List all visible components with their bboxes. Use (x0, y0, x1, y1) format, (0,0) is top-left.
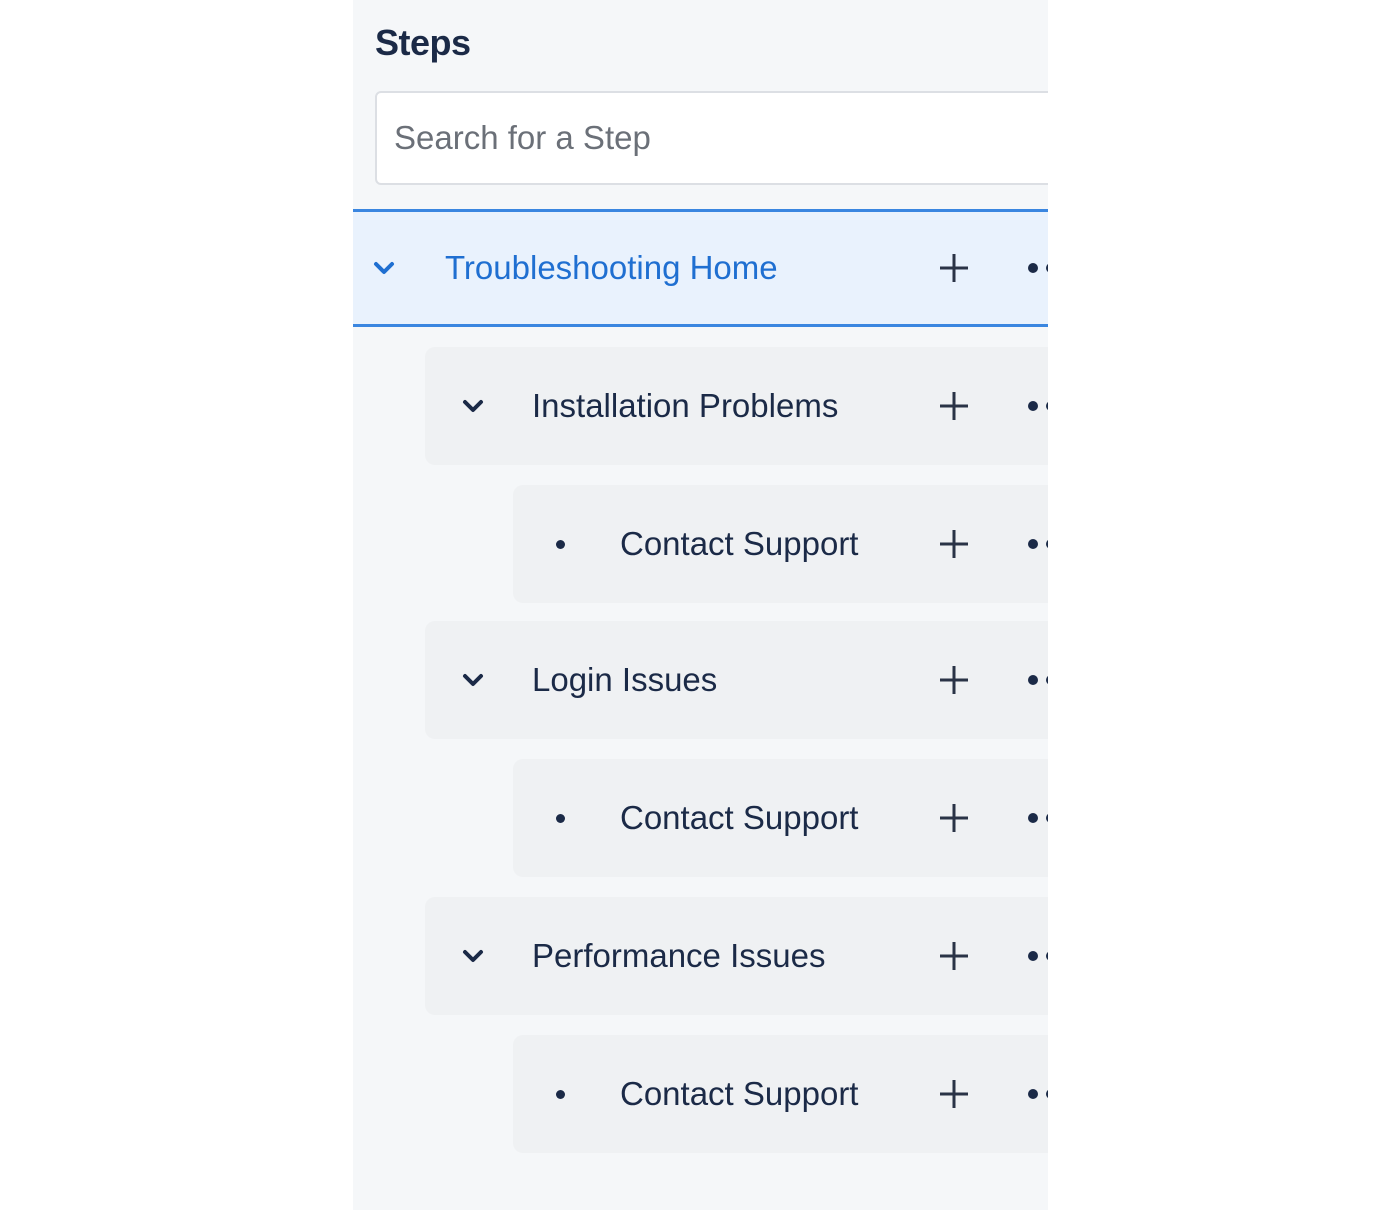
more-options-icon[interactable] (1028, 808, 1048, 828)
bullet-icon (556, 539, 565, 549)
chevron-down-icon[interactable] (455, 938, 491, 974)
chevron-down-icon[interactable] (455, 388, 491, 424)
search-field-wrapper (375, 91, 1048, 185)
plus-icon[interactable] (934, 1074, 974, 1114)
tree-item-label: Installation Problems (532, 387, 839, 424)
chevron-down-icon[interactable] (366, 250, 402, 286)
chevron-down-icon[interactable] (455, 662, 491, 698)
tree-item-label: Contact Support (620, 799, 859, 836)
plus-icon[interactable] (934, 660, 974, 700)
plus-icon[interactable] (934, 798, 974, 838)
tree-item-label: Performance Issues (532, 937, 826, 974)
tree-item-root[interactable]: Troubleshooting Home (353, 209, 1048, 327)
tree-item-group[interactable]: Login Issues (425, 621, 1048, 739)
bullet-icon (556, 1089, 565, 1099)
step-search-input[interactable] (377, 93, 1048, 183)
plus-icon[interactable] (934, 524, 974, 564)
more-options-icon[interactable] (1028, 946, 1048, 966)
more-options-icon[interactable] (1028, 670, 1048, 690)
tree-item-label: Login Issues (532, 661, 718, 698)
tree-item-label: Troubleshooting Home (445, 249, 778, 286)
tree-item-group[interactable]: Performance Issues (425, 897, 1048, 1015)
tree-item-leaf[interactable]: Contact Support (513, 485, 1048, 603)
plus-icon[interactable] (934, 936, 974, 976)
more-options-icon[interactable] (1028, 258, 1048, 278)
tree-item-group[interactable]: Installation Problems (425, 347, 1048, 465)
plus-icon[interactable] (934, 386, 974, 426)
more-options-icon[interactable] (1028, 534, 1048, 554)
tree-item-leaf[interactable]: Contact Support (513, 759, 1048, 877)
tree-item-leaf[interactable]: Contact Support (513, 1035, 1048, 1153)
more-options-icon[interactable] (1028, 396, 1048, 416)
plus-icon[interactable] (934, 248, 974, 288)
panel-title: Steps (375, 22, 471, 63)
steps-panel: Steps Troubleshooting Home Installation … (353, 0, 1048, 1210)
tree-item-label: Contact Support (620, 525, 859, 562)
bullet-icon (556, 813, 565, 823)
more-options-icon[interactable] (1028, 1084, 1048, 1104)
tree-item-label: Contact Support (620, 1075, 859, 1112)
